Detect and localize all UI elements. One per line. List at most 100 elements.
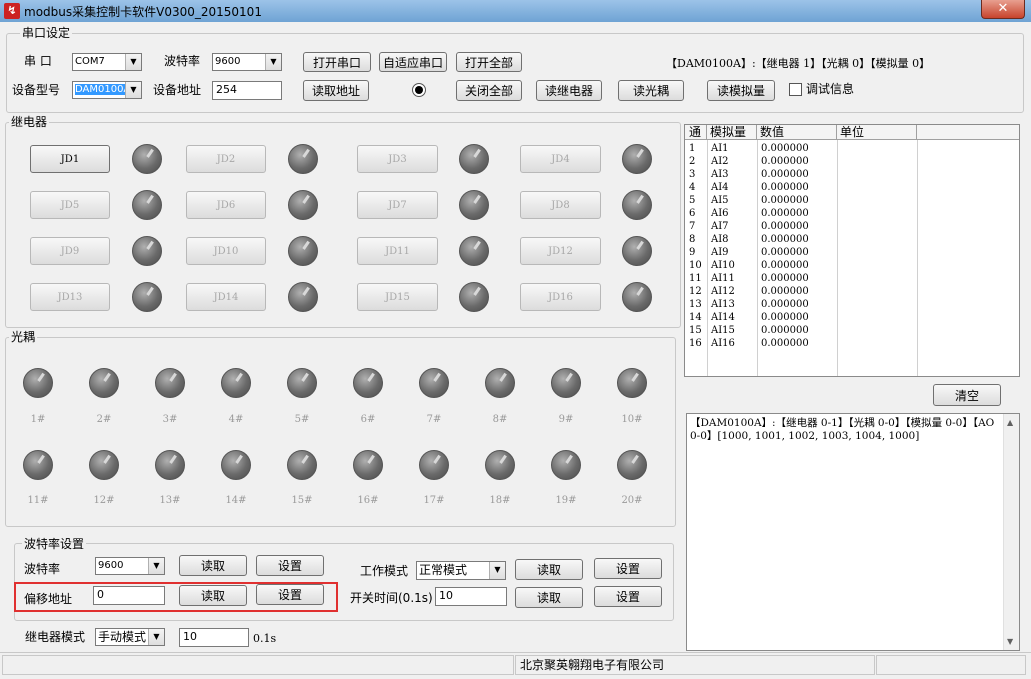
baud-read-button[interactable]: 读取	[179, 555, 247, 576]
relay-button-jd11[interactable]: JD11	[357, 237, 438, 265]
relay-button-jd9[interactable]: JD9	[30, 237, 110, 265]
cell-analog: AI13	[711, 299, 735, 310]
relay-button-jd14[interactable]: JD14	[186, 283, 266, 311]
work-mode-read-button[interactable]: 读取	[515, 559, 583, 580]
relay-button-jd3[interactable]: JD3	[357, 145, 438, 173]
col-header-channel[interactable]: 通	[685, 125, 707, 140]
relay-button-jd5[interactable]: JD5	[30, 191, 110, 219]
scroll-up-icon[interactable]: ▲	[1007, 416, 1013, 429]
relay-button-jd15[interactable]: JD15	[357, 283, 438, 311]
opto-label: 19#	[555, 495, 577, 506]
address-label: 设备地址	[153, 83, 202, 97]
device-status-text: 【DAM0100A】:【继电器 1】【光耦 0】【模拟量 0】	[666, 57, 931, 70]
cell-analog: AI7	[711, 221, 729, 232]
offset-read-button[interactable]: 读取	[179, 585, 247, 606]
table-row[interactable]: 7 AI7 0.000000	[685, 220, 1019, 233]
baud-select[interactable]: 9600 ▼	[212, 53, 282, 71]
offset-set-button[interactable]: 设置	[256, 584, 324, 605]
relay-button-jd7[interactable]: JD7	[357, 191, 438, 219]
relay-button-jd4[interactable]: JD4	[520, 145, 601, 173]
model-select[interactable]: DAM0100A ▼	[72, 81, 142, 99]
relay-mode-select[interactable]: 手动模式 ▼	[95, 628, 165, 646]
col-header-value[interactable]: 数值	[757, 125, 837, 140]
relay-group-title: 继电器	[9, 115, 50, 129]
opto-indicator-icon	[23, 450, 53, 480]
offset-field[interactable]: 0	[93, 586, 165, 605]
switch-time-field[interactable]: 10	[435, 587, 507, 606]
table-row[interactable]: 9 AI9 0.000000	[685, 246, 1019, 259]
work-mode-set-button[interactable]: 设置	[594, 558, 662, 579]
chevron-down-icon: ▼	[148, 558, 164, 574]
read-opto-button[interactable]: 读光耦	[618, 80, 684, 101]
open-port-button[interactable]: 打开串口	[303, 52, 371, 72]
relay-button-jd12[interactable]: JD12	[520, 237, 601, 265]
work-mode-label: 工作模式	[360, 564, 409, 578]
relay-time-field[interactable]: 10	[179, 628, 249, 647]
table-row[interactable]: 2 AI2 0.000000	[685, 155, 1019, 168]
indicator-notch	[146, 240, 154, 250]
table-row[interactable]: 3 AI3 0.000000	[685, 168, 1019, 181]
close-button[interactable]: ✕	[981, 0, 1025, 19]
cell-value: 0.000000	[761, 325, 809, 336]
close-all-button[interactable]: 关闭全部	[456, 80, 522, 101]
model-label: 设备型号	[12, 83, 61, 97]
log-textarea[interactable]: 【DAM0100A】:【继电器 0-1】【光耦 0-0】【模拟量 0-0】【AO…	[686, 413, 1020, 651]
read-relay-button[interactable]: 读继电器	[536, 80, 602, 101]
baud-set-select[interactable]: 9600 ▼	[95, 557, 165, 575]
app-icon: ↯	[4, 3, 20, 19]
address-field[interactable]: 254	[212, 81, 282, 100]
port-label: 串 口	[24, 54, 52, 68]
relay-time-unit: 0.1s	[253, 632, 277, 645]
table-row[interactable]: 6 AI6 0.000000	[685, 207, 1019, 220]
table-row[interactable]: 15 AI15 0.000000	[685, 324, 1019, 337]
clear-button[interactable]: 清空	[933, 384, 1001, 406]
col-header-unit[interactable]: 单位	[837, 125, 917, 140]
table-row[interactable]: 10 AI10 0.000000	[685, 259, 1019, 272]
work-mode-select[interactable]: 正常模式 ▼	[416, 561, 506, 580]
cell-channel: 14	[689, 312, 702, 323]
relay-button-jd1[interactable]: JD1	[30, 145, 110, 173]
relay-button-jd8[interactable]: JD8	[520, 191, 601, 219]
port-select[interactable]: COM7 ▼	[72, 53, 142, 71]
cell-analog: AI3	[711, 169, 729, 180]
switch-time-set-button[interactable]: 设置	[594, 586, 662, 607]
open-all-button[interactable]: 打开全部	[456, 52, 522, 72]
opto-indicator-icon	[485, 450, 515, 480]
col-header-analog[interactable]: 模拟量	[707, 125, 757, 140]
relay-indicator-icon	[288, 144, 318, 174]
chevron-down-icon: ▼	[265, 54, 281, 70]
table-row[interactable]: 11 AI11 0.000000	[685, 272, 1019, 285]
indicator-notch	[499, 454, 507, 464]
debug-checkbox[interactable]	[789, 83, 802, 96]
indicator-notch	[636, 240, 644, 250]
connection-radio[interactable]	[412, 83, 426, 97]
switch-time-read-button[interactable]: 读取	[515, 587, 583, 608]
read-address-button[interactable]: 读取地址	[303, 80, 369, 101]
relay-indicator-icon	[288, 190, 318, 220]
table-row[interactable]: 16 AI16 0.000000	[685, 337, 1019, 350]
auto-port-button[interactable]: 自适应串口	[379, 52, 447, 72]
table-row[interactable]: 1 AI1 0.000000	[685, 142, 1019, 155]
relay-button-jd6[interactable]: JD6	[186, 191, 266, 219]
scroll-down-icon[interactable]: ▼	[1007, 635, 1013, 648]
table-row[interactable]: 14 AI14 0.000000	[685, 311, 1019, 324]
table-row[interactable]: 13 AI13 0.000000	[685, 298, 1019, 311]
table-row[interactable]: 4 AI4 0.000000	[685, 181, 1019, 194]
relay-button-jd2[interactable]: JD2	[186, 145, 266, 173]
relay-button-jd13[interactable]: JD13	[30, 283, 110, 311]
table-row[interactable]: 12 AI12 0.000000	[685, 285, 1019, 298]
baud-set-button[interactable]: 设置	[256, 555, 324, 576]
read-analog-button[interactable]: 读模拟量	[707, 80, 775, 101]
opto-indicator-icon	[23, 368, 53, 398]
relay-button-jd16[interactable]: JD16	[520, 283, 601, 311]
indicator-notch	[433, 372, 441, 382]
cell-channel: 5	[689, 195, 696, 206]
opto-indicator-icon	[617, 368, 647, 398]
table-row[interactable]: 5 AI5 0.000000	[685, 194, 1019, 207]
relay-button-jd10[interactable]: JD10	[186, 237, 266, 265]
opto-label: 5#	[294, 414, 310, 425]
cell-analog: AI5	[711, 195, 729, 206]
cell-channel: 9	[689, 247, 696, 258]
log-scrollbar[interactable]: ▲ ▼	[1003, 414, 1019, 650]
table-row[interactable]: 8 AI8 0.000000	[685, 233, 1019, 246]
